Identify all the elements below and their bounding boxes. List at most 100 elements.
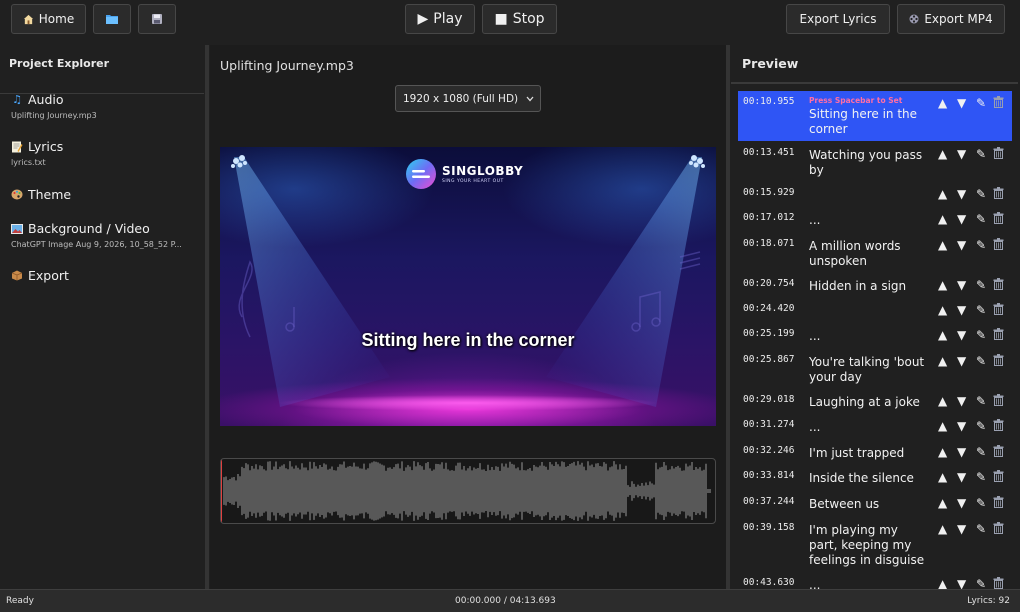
lyric-row[interactable]: 00:29.018 Laughing at a joke ▲ ▼ ✎ [738, 389, 1012, 414]
move-down-button[interactable]: ▼ [957, 278, 966, 292]
lyric-text[interactable]: A million words unspoken [809, 239, 927, 269]
edit-button[interactable]: ✎ [976, 394, 986, 408]
move-down-button[interactable]: ▼ [957, 577, 966, 589]
lyric-row[interactable]: 00:25.199... ▲ ▼ ✎ [738, 323, 1012, 349]
edit-button[interactable]: ✎ [976, 278, 986, 292]
lyric-timeline-list[interactable]: 00:10.955 Press Spacebar to Set Sitting he… [738, 91, 1012, 589]
left-splitter[interactable] [205, 45, 209, 589]
stop-button[interactable]: ■ Stop [482, 4, 557, 34]
explorer-item-export[interactable]: Export [10, 268, 69, 283]
lyric-timestamp[interactable]: 00:17.012 [743, 212, 794, 223]
edit-button[interactable]: ✎ [976, 328, 986, 342]
lyric-timestamp[interactable]: 00:18.071 [743, 238, 794, 249]
move-down-button[interactable]: ▼ [957, 470, 966, 484]
explorer-item-background[interactable]: Background / Video ChatGPT Image Aug 9, … [10, 221, 191, 249]
move-up-button[interactable]: ▲ [938, 394, 947, 408]
move-up-button[interactable]: ▲ [938, 96, 947, 110]
move-up-button[interactable]: ▲ [938, 278, 947, 292]
export-mp4-button[interactable]: Export MP4 [897, 4, 1005, 34]
move-down-button[interactable]: ▼ [957, 303, 966, 317]
lyric-row[interactable]: 00:37.244 Between us ▲ ▼ ✎ [738, 491, 1012, 517]
edit-button[interactable]: ✎ [976, 522, 986, 536]
lyric-row[interactable]: 00:15.929 ▲ ▼ ✎ [738, 182, 1012, 207]
delete-button[interactable] [993, 187, 1004, 202]
lyric-timestamp[interactable]: 00:31.274 [743, 419, 794, 430]
lyric-timestamp[interactable]: 00:33.814 [743, 470, 794, 481]
lyric-row[interactable]: 00:31.274... ▲ ▼ ✎ [738, 414, 1012, 440]
move-down-button[interactable]: ▼ [957, 238, 966, 252]
delete-button[interactable] [993, 577, 1004, 589]
delete-button[interactable] [993, 445, 1004, 460]
delete-button[interactable] [993, 328, 1004, 343]
lyric-timestamp[interactable]: 00:43.630 [743, 577, 794, 588]
lyric-text[interactable]: Laughing at a joke [809, 395, 927, 410]
move-down-button[interactable]: ▼ [957, 96, 966, 110]
move-up-button[interactable]: ▲ [938, 496, 947, 510]
lyric-row[interactable]: 00:39.158 I'm playing my part, keeping my… [738, 517, 1012, 572]
move-down-button[interactable]: ▼ [957, 147, 966, 161]
lyric-timestamp[interactable]: 00:25.867 [743, 354, 794, 365]
edit-button[interactable]: ✎ [976, 147, 986, 161]
edit-button[interactable]: ✎ [976, 470, 986, 484]
edit-button[interactable]: ✎ [976, 303, 986, 317]
explorer-item-theme[interactable]: Theme [10, 187, 71, 202]
lyric-text[interactable]: ... [809, 578, 927, 589]
edit-button[interactable]: ✎ [976, 187, 986, 201]
move-down-button[interactable]: ▼ [957, 496, 966, 510]
delete-button[interactable] [993, 496, 1004, 511]
lyric-text[interactable]: Watching you pass by [809, 148, 927, 178]
lyric-text[interactable]: I'm playing my part, keeping my feelings… [809, 523, 927, 568]
lyric-text[interactable]: Inside the silence [809, 471, 927, 486]
move-up-button[interactable]: ▲ [938, 187, 947, 201]
resolution-select[interactable]: 1920 x 1080 (Full HD) [395, 85, 541, 112]
delete-button[interactable] [993, 147, 1004, 162]
edit-button[interactable]: ✎ [976, 496, 986, 510]
lyric-text[interactable]: Sitting here in the corner [809, 107, 927, 137]
move-up-button[interactable]: ▲ [938, 147, 947, 161]
lyric-timestamp[interactable]: 00:24.420 [743, 303, 794, 314]
move-down-button[interactable]: ▼ [957, 394, 966, 408]
lyric-text[interactable]: ... [809, 213, 927, 228]
home-button[interactable]: Home [11, 4, 86, 34]
move-up-button[interactable]: ▲ [938, 470, 947, 484]
move-up-button[interactable]: ▲ [938, 577, 947, 589]
lyric-row[interactable]: 00:18.071 A million words unspoken ▲ ▼ ✎ [738, 233, 1012, 273]
save-button[interactable] [138, 4, 176, 34]
lyric-row[interactable]: 00:20.754 Hidden in a sign ▲ ▼ ✎ [738, 273, 1012, 298]
lyric-row[interactable]: 00:17.012... ▲ ▼ ✎ [738, 207, 1012, 232]
open-button[interactable] [93, 4, 131, 34]
move-up-button[interactable]: ▲ [938, 522, 947, 536]
move-down-button[interactable]: ▼ [957, 522, 966, 536]
lyric-text[interactable]: ... [809, 329, 927, 344]
lyric-row[interactable]: 00:25.867 You're talking 'bout your day ▲ ▼… [738, 349, 1012, 389]
edit-button[interactable]: ✎ [976, 419, 986, 433]
lyric-timestamp[interactable]: 00:39.158 [743, 522, 794, 533]
explorer-item-lyrics[interactable]: Lyrics lyrics.txt [10, 139, 191, 167]
lyric-row[interactable]: 00:10.955 Press Spacebar to Set Sitting he… [738, 91, 1012, 141]
play-button[interactable]: ▶ Play [405, 4, 475, 34]
lyric-row[interactable]: 00:24.420 ▲ ▼ ✎ [738, 298, 1012, 323]
playhead[interactable] [221, 459, 222, 523]
delete-button[interactable] [993, 470, 1004, 485]
lyric-timestamp[interactable]: 00:32.246 [743, 445, 794, 456]
lyric-row[interactable]: 00:33.814 Inside the silence ▲ ▼ ✎ [738, 465, 1012, 491]
move-down-button[interactable]: ▼ [957, 212, 966, 226]
move-down-button[interactable]: ▼ [957, 187, 966, 201]
delete-button[interactable] [993, 278, 1004, 293]
export-lyrics-button[interactable]: Export Lyrics [786, 4, 890, 34]
lyric-timestamp[interactable]: 00:20.754 [743, 278, 794, 289]
lyric-text[interactable]: ... [809, 420, 927, 435]
lyric-timestamp[interactable]: 00:37.244 [743, 496, 794, 507]
lyric-row[interactable]: 00:13.451 Watching you pass by ▲ ▼ ✎ [738, 142, 1012, 182]
delete-button[interactable] [993, 212, 1004, 227]
lyric-row[interactable]: 00:43.630... ▲ ▼ ✎ [738, 572, 1012, 589]
lyric-timestamp[interactable]: 00:13.451 [743, 147, 794, 158]
move-up-button[interactable]: ▲ [938, 419, 947, 433]
lyric-text[interactable]: I'm just trapped [809, 446, 927, 461]
edit-button[interactable]: ✎ [976, 96, 986, 110]
edit-button[interactable]: ✎ [976, 238, 986, 252]
right-splitter[interactable] [726, 45, 730, 589]
move-up-button[interactable]: ▲ [938, 303, 947, 317]
move-up-button[interactable]: ▲ [938, 238, 947, 252]
lyric-text[interactable]: Hidden in a sign [809, 279, 927, 294]
